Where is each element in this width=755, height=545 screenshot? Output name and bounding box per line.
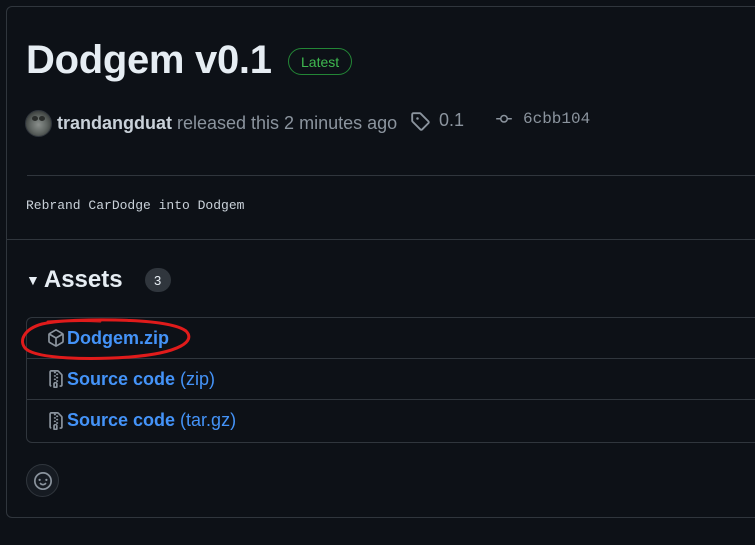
list-item: Source code (zip) bbox=[27, 359, 755, 400]
assets-toggle[interactable]: ▼ Assets 3 bbox=[26, 266, 171, 294]
asset-suffix: (zip) bbox=[180, 368, 216, 389]
asset-suffix: (tar.gz) bbox=[180, 410, 237, 430]
divider bbox=[27, 175, 755, 176]
asset-name: Source code bbox=[67, 368, 176, 389]
commit-link[interactable]: 6cbb104 bbox=[493, 110, 590, 128]
asset-link-dodgem-zip[interactable]: Dodgem.zip bbox=[67, 328, 169, 349]
release-meta: trandangduat released this 2 minutes ago bbox=[25, 108, 397, 138]
add-reaction-button[interactable] bbox=[26, 464, 59, 497]
list-item: Dodgem.zip bbox=[27, 318, 755, 359]
divider bbox=[7, 239, 755, 240]
tag-link[interactable]: 0.1 bbox=[410, 110, 464, 131]
asset-link-source-targz[interactable]: Source code (tar.gz) bbox=[67, 410, 236, 431]
assets-count: 3 bbox=[144, 268, 171, 292]
file-zip-icon bbox=[49, 370, 63, 388]
asset-list: Dodgem.zip Source code (zip) Source code(… bbox=[26, 317, 755, 443]
file-zip-icon bbox=[49, 411, 63, 430]
tag-label: 0.1 bbox=[439, 110, 465, 130]
caret-down-icon: ▼ bbox=[26, 272, 40, 288]
asset-link-source-zip[interactable]: Source code (zip) bbox=[67, 369, 215, 390]
release-notes: Rebrand CarDodge into Dodgem bbox=[26, 198, 245, 213]
package-icon bbox=[48, 329, 64, 347]
commit-icon bbox=[496, 114, 512, 123]
avatar[interactable] bbox=[25, 109, 52, 137]
assets-title: Assets bbox=[43, 266, 123, 293]
released-text: released this 2 minutes ago bbox=[177, 112, 398, 133]
author-link[interactable]: trandangduat bbox=[57, 113, 172, 134]
commit-sha: 6cbb104 bbox=[523, 110, 591, 128]
list-item: Source code (tar.gz) bbox=[27, 400, 755, 441]
latest-badge: Latest bbox=[288, 48, 353, 75]
asset-name: Source code bbox=[67, 410, 176, 430]
smiley-icon bbox=[33, 471, 52, 490]
release-title[interactable]: Dodgem v0.1 bbox=[26, 36, 272, 84]
tag-icon bbox=[411, 111, 430, 131]
asset-name: Dodgem.zip bbox=[67, 327, 169, 348]
